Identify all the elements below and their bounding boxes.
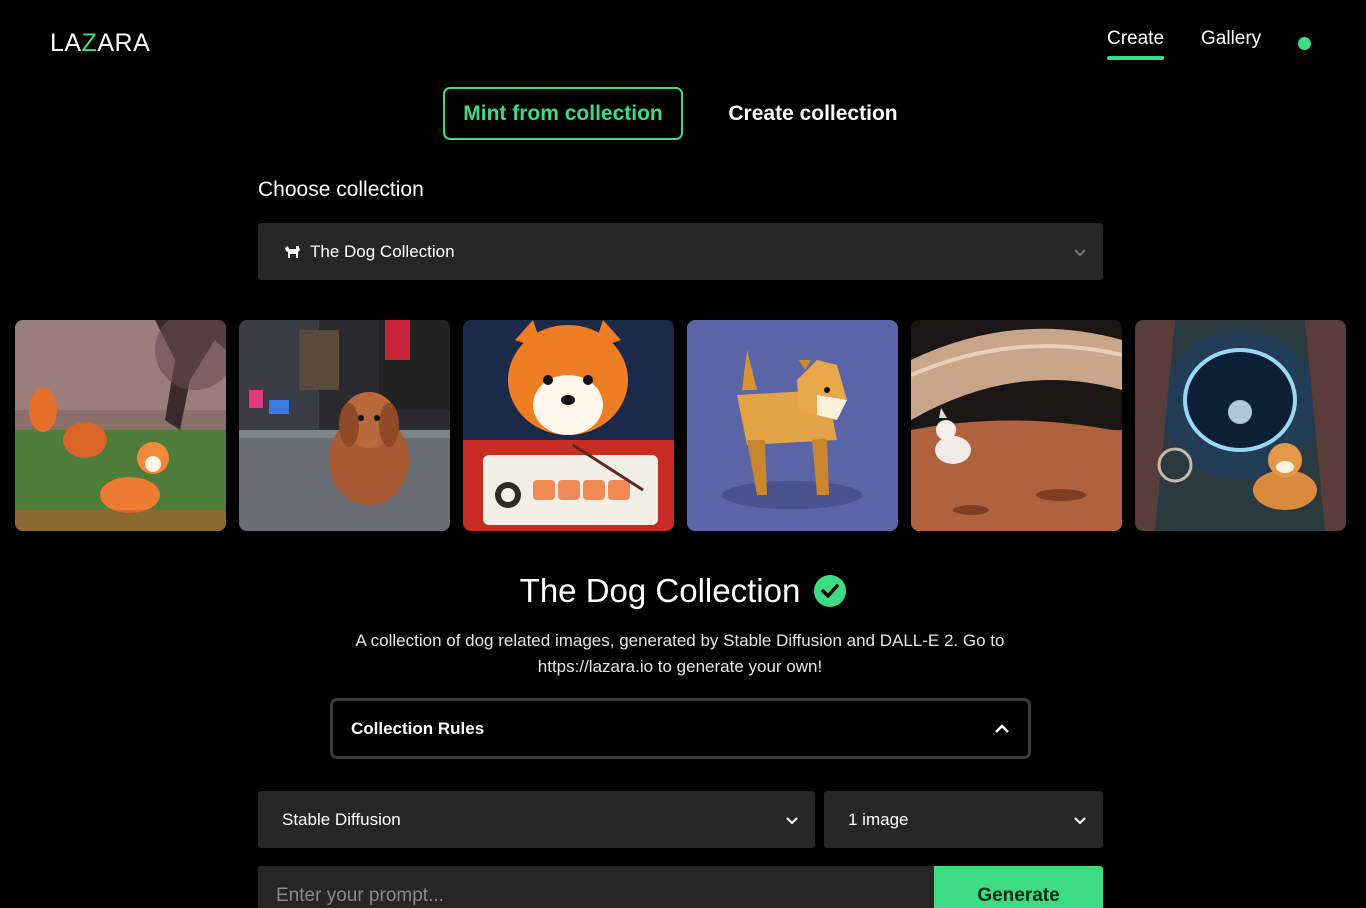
collection-image[interactable] (1135, 320, 1346, 531)
model-select[interactable]: Stable Diffusion (258, 791, 815, 848)
chevron-down-icon (786, 816, 798, 824)
collection-select[interactable]: The Dog Collection (258, 223, 1103, 280)
prompt-input[interactable] (258, 866, 934, 908)
image-shiba-portal (1135, 320, 1346, 531)
logo-prefix: LA (50, 29, 82, 57)
choose-collection-label: Choose collection (258, 178, 424, 201)
nav-active-underline (1107, 56, 1165, 60)
dog-icon (285, 245, 300, 258)
image-count-value: 1 image (848, 809, 909, 829)
image-shiba-sushi (463, 320, 674, 531)
chevron-down-icon (1074, 248, 1086, 256)
nav-gallery-label: Gallery (1201, 28, 1262, 49)
image-shibas-meadow (15, 320, 226, 531)
tab-create-label: Create collection (728, 101, 898, 125)
collection-image[interactable] (463, 320, 674, 531)
tab-mint-from-collection[interactable]: Mint from collection (443, 87, 683, 140)
image-corgi-mars (911, 320, 1122, 531)
image-lowpoly-shiba (687, 320, 898, 531)
collection-select-value: The Dog Collection (310, 241, 455, 261)
collection-description: A collection of dog related images, gene… (355, 631, 1005, 676)
logo[interactable]: LAZARA (50, 29, 150, 58)
image-count-select[interactable]: 1 image (824, 791, 1103, 848)
collection-image[interactable] (15, 320, 226, 531)
logo-accent: Z (81, 29, 98, 57)
collection-rules-toggle[interactable]: Collection Rules (330, 698, 1031, 759)
logo-suffix: ARA (97, 29, 151, 57)
collection-images (15, 320, 1346, 531)
collection-rules-label: Collection Rules (351, 718, 485, 738)
tab-mint-label: Mint from collection (463, 101, 663, 125)
chevron-up-icon (995, 723, 1009, 733)
collection-image[interactable] (239, 320, 450, 531)
tab-create-collection[interactable]: Create collection (700, 87, 926, 140)
collection-image[interactable] (911, 320, 1122, 531)
app-page: LAZARA Create Gallery Mint from collecti… (0, 0, 1366, 908)
image-poodle-city (239, 320, 450, 531)
collection-title-text: The Dog Collection (519, 572, 801, 609)
nav-create[interactable]: Create (1107, 28, 1165, 60)
verified-check-icon (814, 575, 847, 607)
connection-status-dot[interactable] (1298, 37, 1311, 50)
nav-create-label: Create (1107, 28, 1165, 49)
model-select-value: Stable Diffusion (282, 809, 401, 829)
chevron-down-icon (1074, 816, 1086, 824)
generate-button[interactable]: Generate (934, 866, 1103, 908)
nav-gallery[interactable]: Gallery (1201, 28, 1261, 50)
collection-title: The Dog Collection (0, 572, 1366, 610)
collection-image[interactable] (687, 320, 898, 531)
